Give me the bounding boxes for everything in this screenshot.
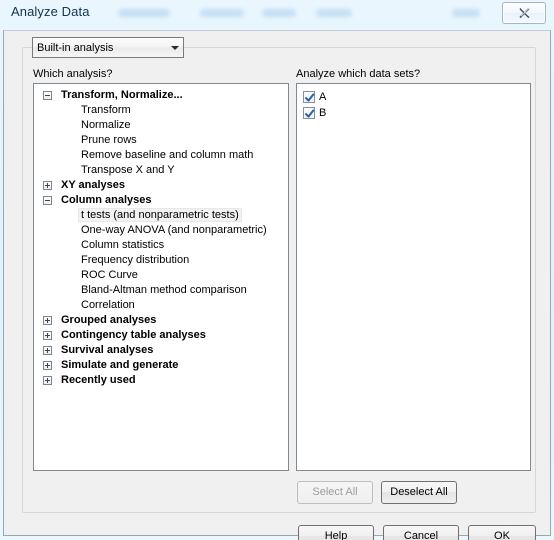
plus-box-icon[interactable] [43,316,52,325]
cancel-button[interactable]: Cancel [383,525,459,540]
dataset-list-box[interactable]: AB [296,83,531,471]
tree-row-label: Remove baseline and column math [81,149,254,161]
dataset-list-body: AB [297,84,530,121]
checkmark-icon [305,109,315,118]
analysis-source-value: Built-in analysis [37,41,114,54]
minus-box-icon[interactable] [43,196,52,205]
dataset-label: A [319,91,327,103]
tree-row-label: Simulate and generate [61,359,179,371]
tree-row-label: ROC Curve [81,269,138,281]
dataset-row[interactable]: A [303,89,530,105]
tree-group-row[interactable]: Recently used [34,373,288,388]
tree-row-label: Transform [81,104,131,116]
select-all-button[interactable]: Select All [297,481,373,504]
analyze-data-dialog: Analyze Data Built-in analysis Which ana… [0,0,554,540]
which-analysis-label: Which analysis? [33,68,113,80]
tree-item-row[interactable]: ROC Curve [34,268,288,283]
tree-item-row[interactable]: Frequency distribution [34,253,288,268]
analysis-source-dropdown[interactable]: Built-in analysis [32,37,184,58]
dataset-checkbox[interactable] [303,107,315,119]
tree-row-label: Normalize [81,119,131,131]
tree-group-row[interactable]: Survival analyses [34,343,288,358]
tree-row-label: Survival analyses [61,344,154,356]
tree-row-label: Frequency distribution [81,254,190,266]
dataset-checkbox[interactable] [303,91,315,103]
tree-item-row[interactable]: Transpose X and Y [34,163,288,178]
tree-item-row[interactable]: Correlation [34,298,288,313]
chevron-down-icon [166,38,183,57]
plus-box-icon[interactable] [43,376,52,385]
close-button[interactable] [502,2,546,24]
checkmark-icon [305,93,315,102]
tree-group-row[interactable]: Grouped analyses [34,313,288,328]
analyze-data-sets-label: Analyze which data sets? [296,68,421,80]
minus-box-icon[interactable] [43,91,52,100]
tree-row-label: XY analyses [61,179,126,191]
tree-item-row[interactable]: Prune rows [34,133,288,148]
help-button[interactable]: Help [298,525,374,540]
tree-group-row[interactable]: Transform, Normalize... [34,88,288,103]
tree-item-row[interactable]: Column statistics [34,238,288,253]
tree-row-label: Transpose X and Y [81,164,175,176]
tree-row-label: Grouped analyses [61,314,157,326]
tree-row-label: Prune rows [81,134,137,146]
analysis-tree-body: Transform, Normalize... Transform Normaliz… [34,84,288,388]
tree-row-label: Column statistics [81,239,165,251]
tree-row-label: Recently used [61,374,136,386]
dataset-row[interactable]: B [303,105,530,121]
tree-row-label: Transform, Normalize... [61,89,183,101]
plus-box-icon[interactable] [43,361,52,370]
tree-item-row[interactable]: t tests (and nonparametric tests) [34,208,288,223]
tree-row-label: t tests (and nonparametric tests) [78,208,242,222]
plus-box-icon[interactable] [43,346,52,355]
tree-row-label: Correlation [81,299,135,311]
tree-row-label: Bland-Altman method comparison [81,284,247,296]
dataset-label: B [319,107,327,119]
tree-group-row[interactable]: Contingency table analyses [34,328,288,343]
tree-row-label: Contingency table analyses [61,329,206,341]
tree-group-row[interactable]: XY analyses [34,178,288,193]
tree-item-row[interactable]: Transform [34,103,288,118]
dialog-client-area: Built-in analysis Which analysis? Analyz… [3,30,551,540]
plus-box-icon[interactable] [43,181,52,190]
analysis-tree[interactable]: Transform, Normalize... Transform Normaliz… [33,83,289,471]
tree-item-row[interactable]: Remove baseline and column math [34,148,288,163]
window-title: Analyze Data [11,4,90,19]
close-icon [519,8,529,18]
deselect-all-button[interactable]: Deselect All [381,481,457,504]
tree-item-row[interactable]: One-way ANOVA (and nonparametric) [34,223,288,238]
tree-item-row[interactable]: Bland-Altman method comparison [34,283,288,298]
tree-group-row[interactable]: Column analyses [34,193,288,208]
ok-button[interactable]: OK [468,525,536,540]
tree-row-label: One-way ANOVA (and nonparametric) [81,224,267,236]
plus-box-icon[interactable] [43,331,52,340]
tree-item-row[interactable]: Normalize [34,118,288,133]
tree-group-row[interactable]: Simulate and generate [34,358,288,373]
tree-row-label: Column analyses [61,194,152,206]
title-bar: Analyze Data [0,0,554,30]
